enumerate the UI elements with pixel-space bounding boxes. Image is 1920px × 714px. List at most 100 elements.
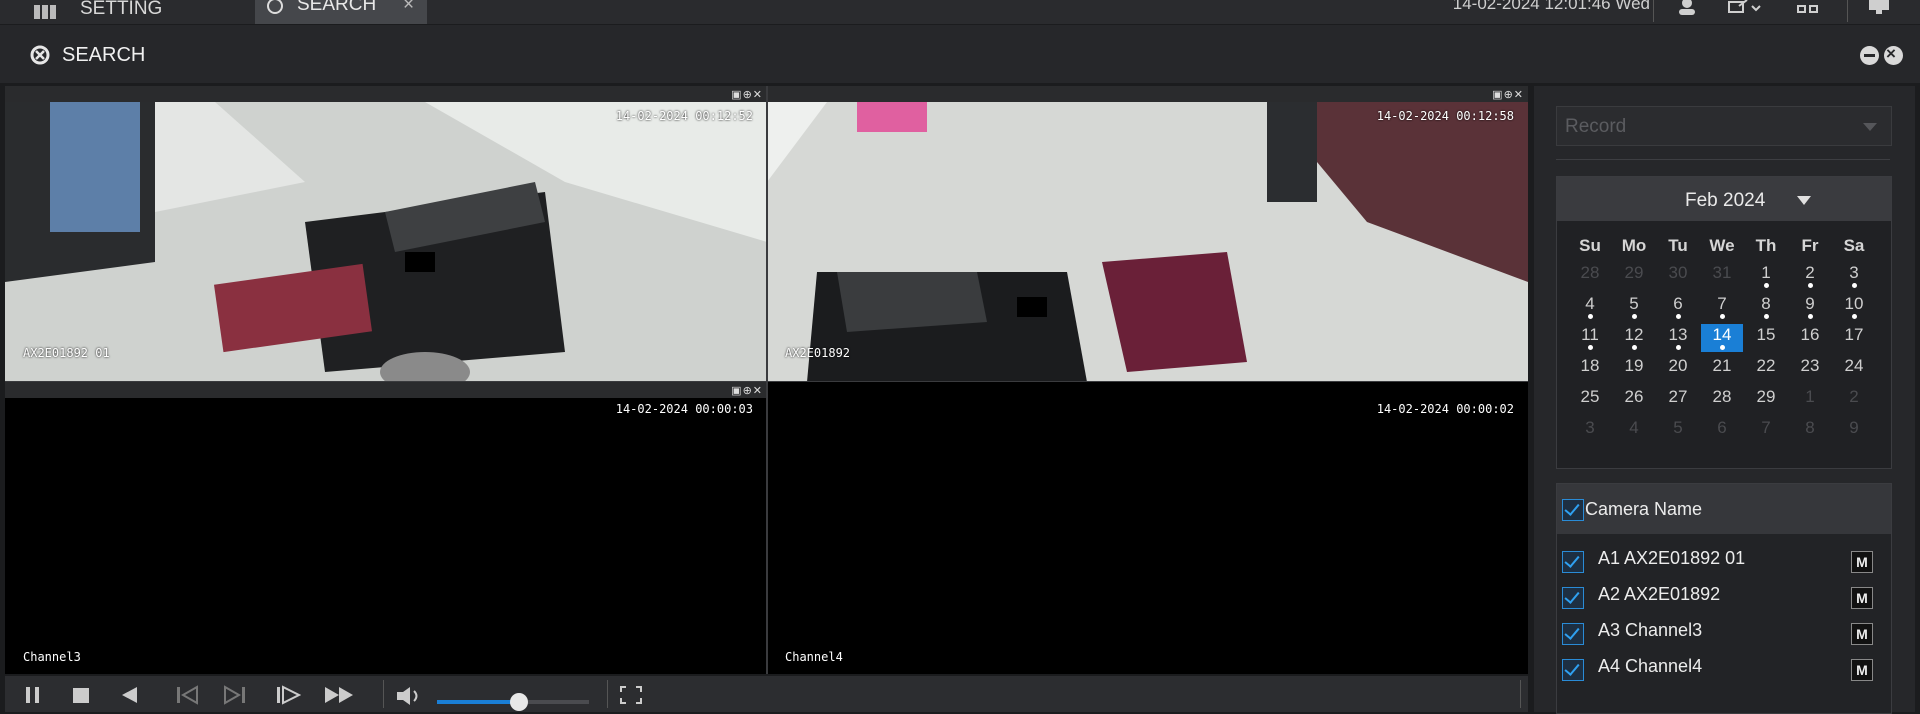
weekday-label: Fr — [1801, 236, 1819, 255]
setting-label: SETTING — [80, 0, 163, 19]
record-dot — [1808, 283, 1813, 288]
export-icon[interactable] — [1727, 0, 1761, 18]
volume-slider-handle[interactable] — [510, 693, 528, 711]
chevron-down-icon — [1863, 123, 1877, 131]
divider — [383, 680, 384, 708]
camera-checkbox[interactable] — [1562, 659, 1584, 681]
cell-name: Channel4 — [785, 650, 843, 664]
calendar-day-26[interactable]: 26 — [1612, 386, 1656, 414]
record-dot — [1720, 314, 1725, 319]
month-dropdown-icon[interactable] — [1797, 196, 1811, 205]
prev-frame-icon[interactable] — [175, 685, 199, 705]
calendar-day-22[interactable]: 22 — [1744, 355, 1788, 383]
main-stream-button[interactable]: M — [1851, 587, 1873, 609]
calendar-day-other-month: 1 — [1805, 387, 1815, 406]
cell-controls-icon[interactable]: ▣⊕✕ — [731, 384, 763, 397]
record-dot — [1676, 314, 1681, 319]
datetime: 14-02-2024 12:01:46 Wed — [1452, 0, 1650, 13]
network-icon[interactable] — [1796, 0, 1822, 18]
volume-icon[interactable] — [395, 685, 425, 707]
user-icon[interactable] — [1674, 0, 1700, 18]
cell-name: Channel3 — [23, 650, 81, 664]
camera-scene-2 — [767, 102, 1528, 382]
main-stream-button[interactable]: M — [1851, 623, 1873, 645]
main-stream-button[interactable]: M — [1851, 551, 1873, 573]
video-cell-3[interactable]: ▣⊕✕ 14-02-2024 00:00:03 Channel3 — [5, 382, 767, 674]
cell-timestamp: 14-02-2024 00:12:52 — [615, 109, 753, 123]
camera-label: A1 AX2E01892 01 — [1598, 548, 1746, 568]
calendar-day-17[interactable]: 17 — [1832, 324, 1876, 352]
cell-controls-icon[interactable]: ▣⊕✕ — [731, 88, 763, 101]
divider — [1847, 0, 1848, 22]
calendar-day-23[interactable]: 23 — [1788, 355, 1832, 383]
search-tab-label: SEARCH — [297, 0, 377, 15]
calendar-day-16[interactable]: 16 — [1788, 324, 1832, 352]
divider — [1653, 0, 1654, 22]
cell-toolbar — [767, 382, 1528, 398]
select-all-checkbox[interactable] — [1562, 499, 1584, 521]
page-title: SEARCH — [62, 44, 146, 66]
cell-toolbar: ▣⊕✕ — [767, 86, 1528, 102]
weekday-label: Tu — [1668, 236, 1688, 255]
calendar-month: Feb 2024 — [1685, 190, 1766, 211]
video-cell-1[interactable]: ▣⊕✕ 14-02-2024 00:12:52 AX2E01892 01 — [5, 86, 767, 382]
calendar-day-24[interactable]: 24 — [1832, 355, 1876, 383]
minimize-button[interactable] — [1860, 46, 1879, 65]
camera-label: A2 AX2E01892 — [1598, 584, 1721, 604]
setting-menu[interactable]: SETTING — [34, 0, 162, 24]
tab-search[interactable]: SEARCH × — [255, 0, 427, 24]
calendar-day-other-month: 6 — [1717, 418, 1727, 437]
video-cell-4[interactable]: 14-02-2024 00:00:02 Channel4 — [767, 382, 1528, 674]
calendar-day-28[interactable]: 28 — [1700, 386, 1744, 414]
volume-slider[interactable] — [437, 693, 589, 711]
search-app-icon — [30, 45, 50, 65]
calendar-day-other-month: 29 — [1624, 263, 1644, 282]
camera-checkbox[interactable] — [1562, 551, 1584, 573]
next-frame-icon[interactable] — [223, 685, 247, 705]
fast-forward-icon[interactable] — [323, 685, 357, 705]
close-icon: × — [1886, 44, 1896, 63]
close-tab-icon[interactable]: × — [403, 0, 414, 16]
calendar-day-other-month: 30 — [1668, 263, 1688, 282]
calendar-day-19[interactable]: 19 — [1612, 355, 1656, 383]
cell-timestamp: 14-02-2024 00:00:02 — [1376, 402, 1514, 416]
grid-icon — [34, 5, 56, 19]
calendar-day-other-month: 5 — [1673, 418, 1683, 437]
reverse-play-icon[interactable] — [119, 685, 139, 705]
record-type-select[interactable]: Record — [1556, 106, 1892, 146]
calendar-day-20[interactable]: 20 — [1656, 355, 1700, 383]
video-cell-2[interactable]: ▣⊕✕ 14-02-2024 00:12:58 AX2E01892 — [767, 86, 1528, 382]
calendar-day-21[interactable]: 21 — [1700, 355, 1744, 383]
main-stream-button[interactable]: M — [1851, 659, 1873, 681]
camera-list-header: Camera Name — [1557, 484, 1891, 534]
calendar-day-18[interactable]: 18 — [1568, 355, 1612, 383]
camera-checkbox[interactable] — [1562, 623, 1584, 645]
stop-icon[interactable] — [71, 685, 91, 705]
cell-controls-icon[interactable]: ▣⊕✕ — [1492, 88, 1524, 101]
calendar-day-25[interactable]: 25 — [1568, 386, 1612, 414]
calendar-day-other-month: 7 — [1761, 418, 1771, 437]
camera-row[interactable]: A1 AX2E01892 01 M — [1557, 547, 1891, 579]
slow-icon[interactable] — [275, 685, 301, 705]
camera-label: A4 Channel4 — [1598, 656, 1703, 676]
playback-bar — [5, 676, 1528, 712]
divider — [607, 680, 608, 708]
camera-checkbox[interactable] — [1562, 587, 1584, 609]
monitor-icon[interactable] — [1866, 0, 1892, 18]
camera-row[interactable]: A2 AX2E01892 M — [1557, 583, 1891, 615]
calendar-day-other-month: 4 — [1629, 418, 1639, 437]
fullscreen-icon[interactable] — [619, 685, 643, 705]
camera-scene-1 — [5, 102, 767, 382]
calendar-day-other-month: 28 — [1580, 263, 1600, 282]
calendar-day-29[interactable]: 29 — [1744, 386, 1788, 414]
top-bar: SETTING SEARCH × 14-02-2024 12:01:46 Wed — [0, 0, 1920, 24]
camera-row[interactable]: A3 Channel3 M — [1557, 619, 1891, 651]
close-button[interactable]: × — [1884, 44, 1903, 65]
weekday-label: Th — [1755, 236, 1777, 255]
pause-icon[interactable] — [23, 685, 43, 705]
calendar-day-27[interactable]: 27 — [1656, 386, 1700, 414]
calendar-day-15[interactable]: 15 — [1744, 324, 1788, 352]
camera-row[interactable]: A4 Channel4 M — [1557, 655, 1891, 687]
weekday-label: Sa — [1843, 236, 1865, 255]
weekday-label: We — [1709, 236, 1735, 255]
